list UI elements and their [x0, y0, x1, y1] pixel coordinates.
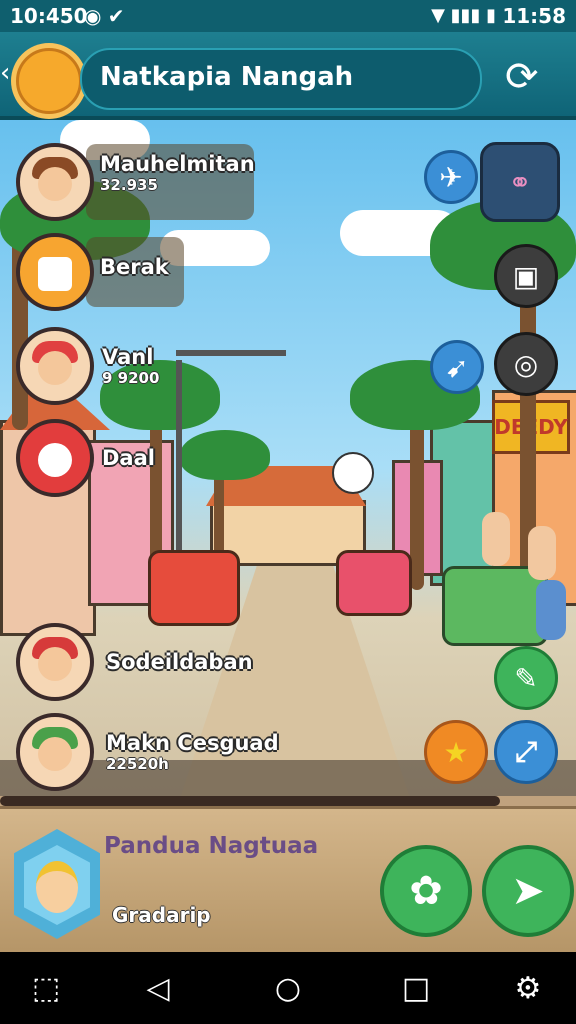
wrench-icon[interactable]: ⤢	[494, 720, 558, 784]
back-icon[interactable]: ‹	[0, 58, 10, 88]
pink-car	[336, 550, 412, 616]
scrollbar-thumb[interactable]	[0, 796, 500, 806]
camera-icon[interactable]: ◎	[494, 332, 558, 396]
red-car	[148, 550, 240, 626]
back-nav-icon[interactable]: ◁	[138, 968, 178, 1008]
list-item-label: Sodeildaban	[106, 650, 253, 674]
system-nav-bar: ⬚ ◁ ○ □ ⚙	[0, 952, 576, 1024]
list-item[interactable]: Berak	[16, 232, 184, 312]
send-icon[interactable]: ➤	[482, 845, 574, 937]
palm-leaves	[180, 430, 270, 480]
list-item-label: Vanl 9 9200	[102, 345, 159, 387]
list-item-name: Mauhelmitan	[100, 152, 255, 176]
list-item[interactable]: Mauhelmitan 32.935	[16, 142, 255, 222]
street-lamp-arm	[176, 350, 286, 356]
list-item[interactable]: Sodeildaban	[16, 622, 253, 702]
list-item-value: 32.935	[100, 176, 158, 194]
refresh-icon[interactable]: ⟳	[505, 54, 561, 104]
avatar	[16, 623, 94, 701]
recents-nav-icon[interactable]: □	[396, 968, 436, 1008]
avatar	[16, 713, 94, 791]
list-item-value: 9 9200	[102, 369, 160, 387]
list-item-name: Daal	[102, 446, 155, 470]
avatar	[16, 419, 94, 497]
street-lamp	[176, 360, 182, 560]
green-truck	[442, 566, 548, 646]
status-bar: 10:450 ◉ ✔ 11:58 ▼ ▮▮▮ ▮	[0, 0, 576, 32]
list-item[interactable]: Vanl 9 9200	[16, 326, 159, 406]
window-icon[interactable]: ▣	[494, 244, 558, 308]
star-icon[interactable]: ★	[424, 720, 488, 784]
location-pin-icon[interactable]: ✈	[424, 150, 478, 204]
sun-avatar-icon[interactable]	[16, 48, 82, 114]
player-name: Pandua Nagtuaa	[104, 833, 319, 859]
notification-icon: ◉ ✔	[84, 4, 125, 28]
list-item-label: Berak	[86, 237, 184, 307]
player-subtitle: Gradarip	[112, 903, 211, 927]
palm-tree	[410, 420, 424, 590]
screenshot-icon[interactable]: ⬚	[26, 968, 66, 1008]
avatar	[16, 233, 94, 311]
pedestrian	[528, 526, 556, 580]
runner-pin-icon[interactable]: ➹	[430, 340, 484, 394]
signal-icon: ▼ ▮▮▮ ▮	[431, 5, 496, 26]
list-item[interactable]: Makn Cesguad 22520h	[16, 712, 279, 792]
list-item-name: Berak	[100, 255, 169, 279]
avatar	[16, 327, 94, 405]
list-item-label: Mauhelmitan 32.935	[86, 144, 255, 220]
horizontal-scrollbar[interactable]	[0, 796, 576, 806]
status-time-right: 11:58	[502, 4, 566, 28]
page-title: Natkapia Nangah	[100, 62, 354, 92]
player-avatar	[36, 861, 78, 913]
list-item-name: Sodeildaban	[106, 650, 253, 674]
player-panel: Pandua Nagtuaa Gradarip ✿ ➤	[0, 806, 576, 955]
list-item-label: Makn Cesguad 22520h	[106, 731, 279, 773]
list-item-name: Makn Cesguad	[106, 731, 279, 755]
top-bar: ‹ Natkapia Nangah ⟳	[0, 32, 576, 120]
list-item-name: Vanl	[102, 345, 154, 369]
list-item-value: 22520h	[106, 755, 169, 773]
avatar	[16, 143, 94, 221]
status-time: 10:450	[10, 4, 88, 28]
list-item-label: Daal	[102, 446, 155, 470]
pedestrian	[536, 580, 566, 640]
list-item[interactable]: Daal	[16, 418, 155, 498]
home-nav-icon[interactable]: ○	[268, 968, 308, 1008]
link-icon[interactable]: ⚭	[480, 142, 560, 222]
settings-gear-icon[interactable]: ✿	[380, 845, 472, 937]
map-marker-icon[interactable]	[332, 452, 374, 494]
tools-icon[interactable]: ✎	[494, 646, 558, 710]
gear-icon[interactable]: ⚙	[508, 968, 548, 1008]
pedestrian	[482, 512, 510, 566]
